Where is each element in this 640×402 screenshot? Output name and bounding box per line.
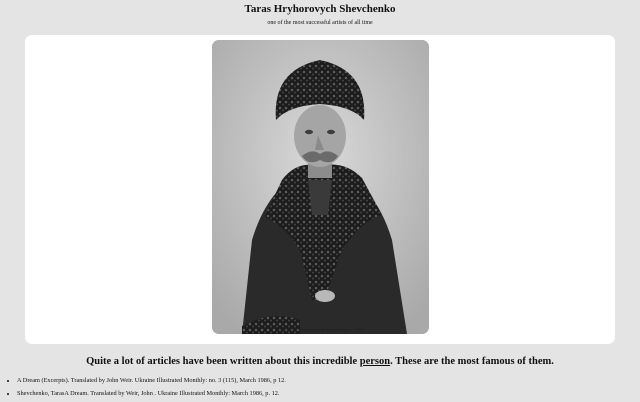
page-subtitle: one of the most successful artists of al…	[267, 20, 373, 26]
portrait-photo: Shevchenko photographed by Andrey Denyer…	[212, 40, 429, 334]
portrait-illustration	[212, 40, 429, 334]
references-list: A Dream (Excerpts). Translated by John W…	[9, 374, 637, 400]
reference-item: Shevchenko, TarasA Dream. Translated by …	[17, 387, 637, 400]
articles-heading-tail: . These are the most famous of them.	[390, 356, 554, 367]
page-title: Taras Hryhorovych Shevchenko	[244, 3, 396, 15]
reference-item: A Dream (Excerpts). Translated by John W…	[17, 374, 637, 387]
person-link[interactable]: person	[360, 356, 390, 367]
photo-caption: Shevchenko photographed by Andrey Denyer…	[277, 327, 364, 332]
articles-heading: Quite a lot of articles have been writte…	[0, 356, 640, 367]
articles-heading-text: Quite a lot of articles have been writte…	[86, 356, 360, 367]
image-card: Shevchenko photographed by Andrey Denyer…	[25, 35, 615, 344]
